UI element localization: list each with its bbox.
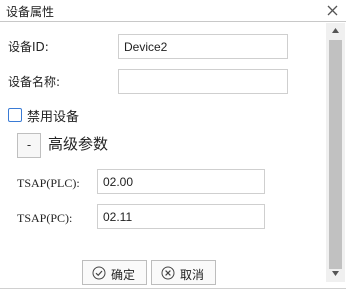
ok-label: 确定: [111, 268, 136, 282]
device-id-label: 设备ID:: [8, 40, 49, 54]
disable-device-checkbox[interactable]: [8, 108, 22, 122]
arrow-up-icon: [332, 28, 339, 33]
arrow-down-icon: [332, 271, 339, 276]
device-properties-dialog: 设备属性 设备ID: 设备名称: 禁用设备 - 高级参数 TSAP(PLC): …: [0, 0, 346, 292]
close-icon: [327, 5, 338, 16]
device-name-input[interactable]: [118, 69, 288, 94]
bottom-divider: [0, 288, 346, 289]
advanced-collapse-button[interactable]: -: [17, 133, 41, 158]
title-bar: 设备属性: [0, 0, 346, 22]
ok-button[interactable]: 确定: [82, 260, 147, 285]
device-id-input[interactable]: [118, 34, 288, 59]
close-button[interactable]: [322, 0, 342, 22]
cancel-button[interactable]: 取消: [151, 260, 216, 285]
x-circle-icon: [161, 266, 175, 280]
scroll-down-button[interactable]: [326, 266, 345, 282]
device-name-label: 设备名称:: [8, 75, 61, 89]
cancel-label: 取消: [180, 268, 205, 282]
check-circle-icon: [92, 266, 106, 280]
vertical-scrollbar[interactable]: [326, 23, 345, 282]
tsap-pc-input[interactable]: [97, 204, 265, 229]
disable-device-label[interactable]: 禁用设备: [27, 106, 79, 125]
advanced-section-title: 高级参数: [48, 135, 109, 153]
dialog-title: 设备属性: [6, 5, 55, 19]
scroll-thumb[interactable]: [329, 40, 342, 269]
tsap-plc-input[interactable]: [97, 169, 265, 194]
scroll-up-button[interactable]: [326, 23, 345, 39]
tsap-plc-label: TSAP(PLC):: [17, 176, 80, 190]
tsap-pc-label: TSAP(PC):: [17, 211, 73, 225]
